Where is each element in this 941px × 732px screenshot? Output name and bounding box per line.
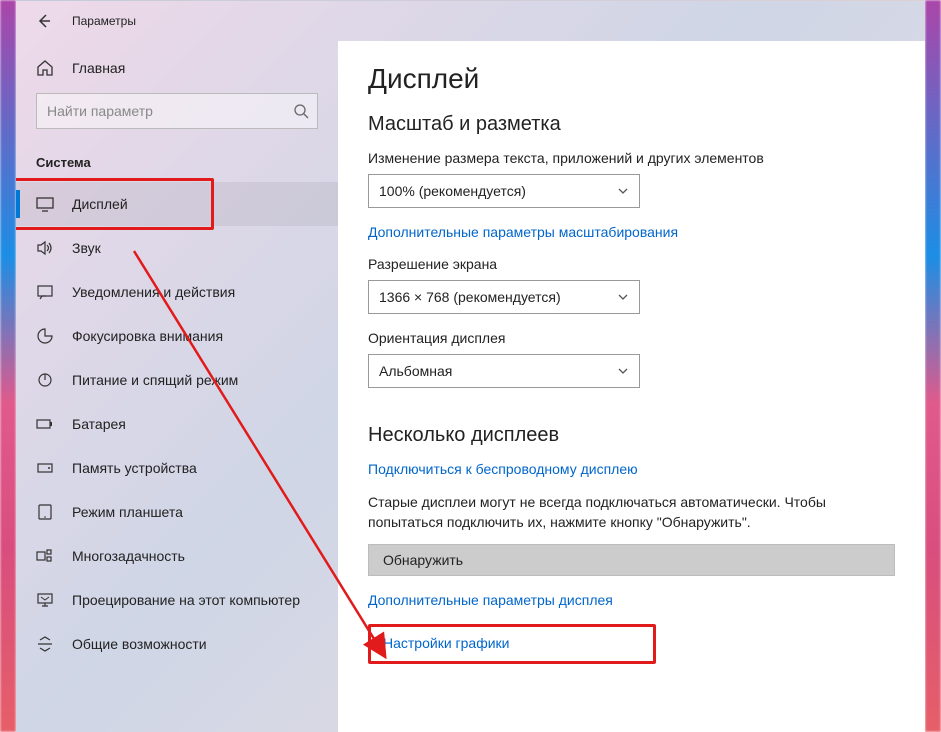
scale-value: 100% (рекомендуется): [379, 183, 617, 199]
sidebar-item-display[interactable]: Дисплей: [16, 182, 338, 226]
home-link[interactable]: Главная: [16, 53, 338, 93]
sidebar-item-label: Многозадачность: [72, 548, 185, 564]
graphics-settings-link[interactable]: Настройки графики: [383, 635, 510, 651]
sidebar: Главная Найти параметр Система Дисплей: [16, 41, 338, 732]
sidebar-item-battery[interactable]: Батарея: [16, 402, 338, 446]
search-input[interactable]: Найти параметр: [36, 93, 318, 129]
sidebar-item-sound[interactable]: Звук: [16, 226, 338, 270]
sidebar-item-label: Общие возможности: [72, 636, 207, 652]
home-icon: [36, 59, 56, 77]
search-icon: [293, 103, 309, 119]
main-content: Дисплей Масштаб и разметка Изменение раз…: [338, 41, 925, 732]
battery-icon: [36, 415, 56, 433]
sidebar-item-power[interactable]: Питание и спящий режим: [16, 358, 338, 402]
power-icon: [36, 371, 56, 389]
orientation-label: Ориентация дисплея: [368, 330, 895, 346]
sidebar-item-label: Проецирование на этот компьютер: [72, 592, 300, 608]
page-title: Дисплей: [368, 63, 895, 95]
sidebar-item-multitask[interactable]: Многозадачность: [16, 534, 338, 578]
resolution-dropdown[interactable]: 1366 × 768 (рекомендуется): [368, 280, 640, 314]
desktop-edge-left: [0, 0, 16, 732]
display-icon: [36, 195, 56, 213]
window-title: Параметры: [72, 14, 136, 28]
sidebar-item-label: Батарея: [72, 416, 126, 432]
sidebar-item-project[interactable]: Проецирование на этот компьютер: [16, 578, 338, 622]
resolution-value: 1366 × 768 (рекомендуется): [379, 289, 617, 305]
detect-button[interactable]: Обнаружить: [368, 544, 895, 576]
scale-heading: Масштаб и разметка: [368, 113, 895, 136]
chevron-down-icon: [617, 365, 629, 377]
home-label: Главная: [72, 60, 125, 76]
titlebar: Параметры: [16, 1, 925, 41]
tablet-icon: [36, 503, 56, 521]
section-title: Система: [16, 149, 338, 182]
multi-heading: Несколько дисплеев: [368, 424, 895, 447]
sidebar-item-focus[interactable]: Фокусировка внимания: [16, 314, 338, 358]
scale-label: Изменение размера текста, приложений и д…: [368, 150, 895, 166]
detect-paragraph: Старые дисплеи могут не всегда подключат…: [368, 493, 895, 532]
orientation-dropdown[interactable]: Альбомная: [368, 354, 640, 388]
resolution-label: Разрешение экрана: [368, 256, 895, 272]
scale-dropdown[interactable]: 100% (рекомендуется): [368, 174, 640, 208]
sidebar-item-label: Память устройства: [72, 460, 197, 476]
storage-icon: [36, 459, 56, 477]
focus-icon: [36, 327, 56, 345]
sidebar-item-label: Уведомления и действия: [72, 284, 235, 300]
back-button[interactable]: [32, 9, 56, 33]
chevron-down-icon: [617, 185, 629, 197]
arrow-left-icon: [37, 14, 51, 28]
sidebar-item-label: Питание и спящий режим: [72, 372, 238, 388]
sidebar-item-label: Фокусировка внимания: [72, 328, 223, 344]
chevron-down-icon: [617, 291, 629, 303]
notifications-icon: [36, 283, 56, 301]
sidebar-item-storage[interactable]: Память устройства: [16, 446, 338, 490]
sidebar-item-shared[interactable]: Общие возможности: [16, 622, 338, 666]
sidebar-item-tablet[interactable]: Режим планшета: [16, 490, 338, 534]
wireless-link[interactable]: Подключиться к беспроводному дисплею: [368, 461, 895, 477]
sidebar-item-label: Дисплей: [72, 196, 128, 212]
multitask-icon: [36, 547, 56, 565]
search-placeholder: Найти параметр: [47, 103, 293, 119]
sidebar-item-notifications[interactable]: Уведомления и действия: [16, 270, 338, 314]
settings-window: Параметры Главная Найти параметр Система: [16, 0, 925, 732]
sidebar-item-label: Звук: [72, 240, 101, 256]
desktop-edge-right: [925, 0, 941, 732]
advanced-display-link[interactable]: Дополнительные параметры дисплея: [368, 592, 895, 608]
sound-icon: [36, 239, 56, 257]
project-icon: [36, 591, 56, 609]
annotation-highlight-graphics: Настройки графики: [368, 624, 656, 664]
orientation-value: Альбомная: [379, 363, 617, 379]
shared-icon: [36, 635, 56, 653]
sidebar-item-label: Режим планшета: [72, 504, 183, 520]
advanced-scale-link[interactable]: Дополнительные параметры масштабирования: [368, 224, 895, 240]
